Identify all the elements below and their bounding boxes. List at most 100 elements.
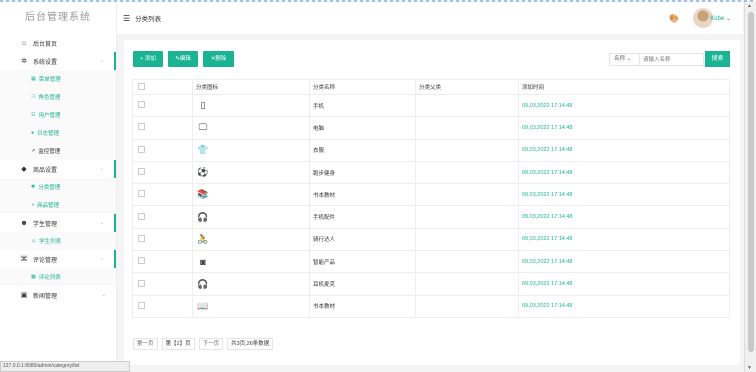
- sidebar-item-0[interactable]: ⌂ 后台首页: [0, 34, 116, 52]
- row-select-cell[interactable]: [132, 294, 193, 318]
- search-button[interactable]: 搜索: [705, 51, 730, 67]
- sidebar-subitem[interactable]: ▦ 菜单管理: [0, 70, 116, 88]
- sidebar-item-5[interactable]: ▣ 新闻管理 ⌄: [0, 286, 116, 304]
- table-row[interactable]: 🚴 骑行达人 09,03,2022 17:14:48: [132, 227, 730, 252]
- row-checkbox[interactable]: [138, 168, 145, 176]
- parent-cell: [415, 93, 519, 118]
- scrollbar[interactable]: ▲ ▼: [744, 2, 756, 372]
- date-cell: 09,03,2022 17:14:48: [518, 294, 730, 318]
- date-cell: 09,03,2022 17:14:48: [518, 138, 730, 162]
- sidebar-subitem[interactable]: ↗ 监控管理: [0, 142, 116, 160]
- row-select-cell[interactable]: [132, 138, 193, 162]
- sidebar-subitem-label: 评论列表: [38, 275, 61, 281]
- logo: 后台管理系统: [25, 12, 91, 23]
- name-cell: 手机配件: [309, 205, 416, 229]
- table-row[interactable]: 👕 衣服 09,03,2022 17:14:48: [132, 138, 730, 162]
- row-checkbox[interactable]: [138, 190, 145, 198]
- sidebar-subitem[interactable]: ◑ 商品管理: [0, 196, 116, 214]
- row-checkbox[interactable]: [138, 123, 145, 131]
- icon-cell: ⚽: [192, 160, 310, 185]
- users-icon: ☻: [20, 219, 28, 227]
- sidebar-subitem[interactable]: ⚇ 角色管理: [0, 88, 116, 106]
- date-cell: 09,03,2022 17:14:48: [518, 250, 730, 274]
- header-select-all[interactable]: [132, 79, 193, 95]
- row-select-cell[interactable]: [132, 93, 193, 118]
- sidebar-subitem-label: 商品管理: [37, 203, 60, 209]
- subitem-icon: ☺: [31, 238, 37, 244]
- subitem-icon: ↗: [31, 148, 36, 154]
- header-icon: 分类图标: [192, 79, 310, 95]
- sidebar-item-3[interactable]: ☻ 学生管理 ⌄: [0, 214, 116, 232]
- chevron-down-icon: ⌄: [101, 292, 106, 298]
- scroll-down-icon[interactable]: ▼: [747, 365, 752, 371]
- user-menu[interactable]: Kobe ⌄: [710, 15, 731, 22]
- select-all-checkbox[interactable]: [138, 82, 145, 90]
- date-cell: 09,03,2022 17:14:48: [518, 116, 730, 140]
- row-checkbox[interactable]: [138, 212, 145, 220]
- menu-toggle-icon[interactable]: ☰: [123, 14, 130, 23]
- table-row[interactable]: 🖵 电脑 09,03,2022 17:14:48: [132, 116, 730, 140]
- row-select-cell[interactable]: [132, 160, 193, 185]
- table-row[interactable]: 📖 书本教材 09,03,2022 17:14:48: [132, 294, 730, 318]
- icon-cell: 📚: [192, 183, 310, 207]
- edit-button[interactable]: ✎编辑: [168, 51, 198, 67]
- sidebar-subitem[interactable]: ▩ 评论列表: [0, 268, 116, 286]
- sidebar-item-4[interactable]: ⌘ 评论管理 ⌄: [0, 250, 116, 268]
- table-row[interactable]: 📚 书本教材 09,03,2022 17:14:48: [132, 183, 730, 207]
- pagination: 第一页 第【1】页 下一页 共3页,26条数据: [133, 338, 274, 350]
- header-date: 添加时间: [518, 79, 730, 95]
- home-icon: ⌂: [21, 39, 27, 47]
- row-select-cell[interactable]: [132, 205, 193, 229]
- first-page-button[interactable]: 第一页: [133, 338, 158, 350]
- table-row[interactable]: ◙ 智能产品 09,03,2022 17:14:48: [132, 250, 730, 274]
- add-button[interactable]: + 添加: [133, 51, 163, 67]
- search-input[interactable]: [640, 53, 704, 66]
- table-row[interactable]: 🎧 耳机麦克 09,03,2022 17:14:48: [132, 272, 730, 296]
- sidebar-subitem[interactable]: ● 日志管理: [0, 124, 116, 142]
- search-field-select[interactable]: 名称 ⌄: [609, 53, 640, 66]
- delete-button[interactable]: ✕删除: [203, 51, 234, 67]
- sidebar-item-1[interactable]: ✲ 系统设置 ⌄: [0, 52, 116, 70]
- sidebar-subitem[interactable]: ☺ 学生列表: [0, 232, 116, 250]
- sidebar-subitem[interactable]: ☷ 用户管理: [0, 106, 116, 124]
- scrollbar-thumb[interactable]: [748, 12, 754, 352]
- book-icon: 📖: [197, 300, 209, 311]
- chevron-down-icon: ⌄: [99, 220, 104, 226]
- sidebar-item-label: 商品设置: [33, 167, 58, 174]
- row-select-cell[interactable]: [132, 183, 193, 207]
- monitor-icon: 🖵: [198, 122, 208, 133]
- category-table: 分类图标 分类名称 分类父类 添加时间 ▯ 手机 09,03,2022 17:14:…: [132, 79, 730, 318]
- headphones-icon: 🎧: [197, 278, 209, 289]
- table-row[interactable]: ▯ 手机 09,03,2022 17:14:48: [132, 93, 730, 118]
- row-checkbox[interactable]: [138, 279, 145, 287]
- subitem-icon: ◑: [31, 202, 35, 208]
- sidebar-item-2[interactable]: ◆ 商品设置 ⌄: [0, 160, 116, 178]
- row-select-cell[interactable]: [132, 250, 193, 274]
- row-select-cell[interactable]: [132, 116, 193, 140]
- row-select-cell[interactable]: [132, 227, 193, 252]
- parent-cell: [415, 183, 519, 207]
- row-checkbox[interactable]: [138, 257, 145, 265]
- next-page-button[interactable]: 下一页: [198, 338, 224, 350]
- row-checkbox[interactable]: [138, 301, 145, 309]
- icon-cell: 🚴: [192, 227, 310, 252]
- row-checkbox[interactable]: [138, 234, 145, 242]
- row-select-cell[interactable]: [132, 272, 193, 296]
- phone-icon: ▯: [200, 100, 206, 111]
- table-row[interactable]: ⚽ 跑步健身 09,03,2022 17:14:48: [132, 160, 730, 185]
- palette-icon[interactable]: 🎨: [669, 14, 679, 23]
- date-cell: 09,03,2022 17:14:48: [518, 93, 730, 118]
- parent-cell: [415, 294, 519, 318]
- subitem-icon: ✱: [31, 184, 36, 190]
- row-checkbox[interactable]: [138, 101, 145, 109]
- parent-cell: [415, 205, 519, 229]
- icon-cell: 👕: [192, 138, 310, 162]
- sidebar-subitem[interactable]: ✱ 分类管理: [0, 178, 116, 196]
- table-row[interactable]: 🎧 手机配件 09,03,2022 17:14:48: [132, 205, 730, 229]
- parent-cell: [415, 138, 519, 162]
- scroll-up-icon[interactable]: ▲: [747, 3, 752, 9]
- row-checkbox[interactable]: [138, 145, 145, 153]
- date-cell: 09,03,2022 17:14:48: [518, 183, 730, 207]
- name-cell: 骑行达人: [309, 227, 416, 252]
- subitem-icon: ▩: [31, 274, 36, 280]
